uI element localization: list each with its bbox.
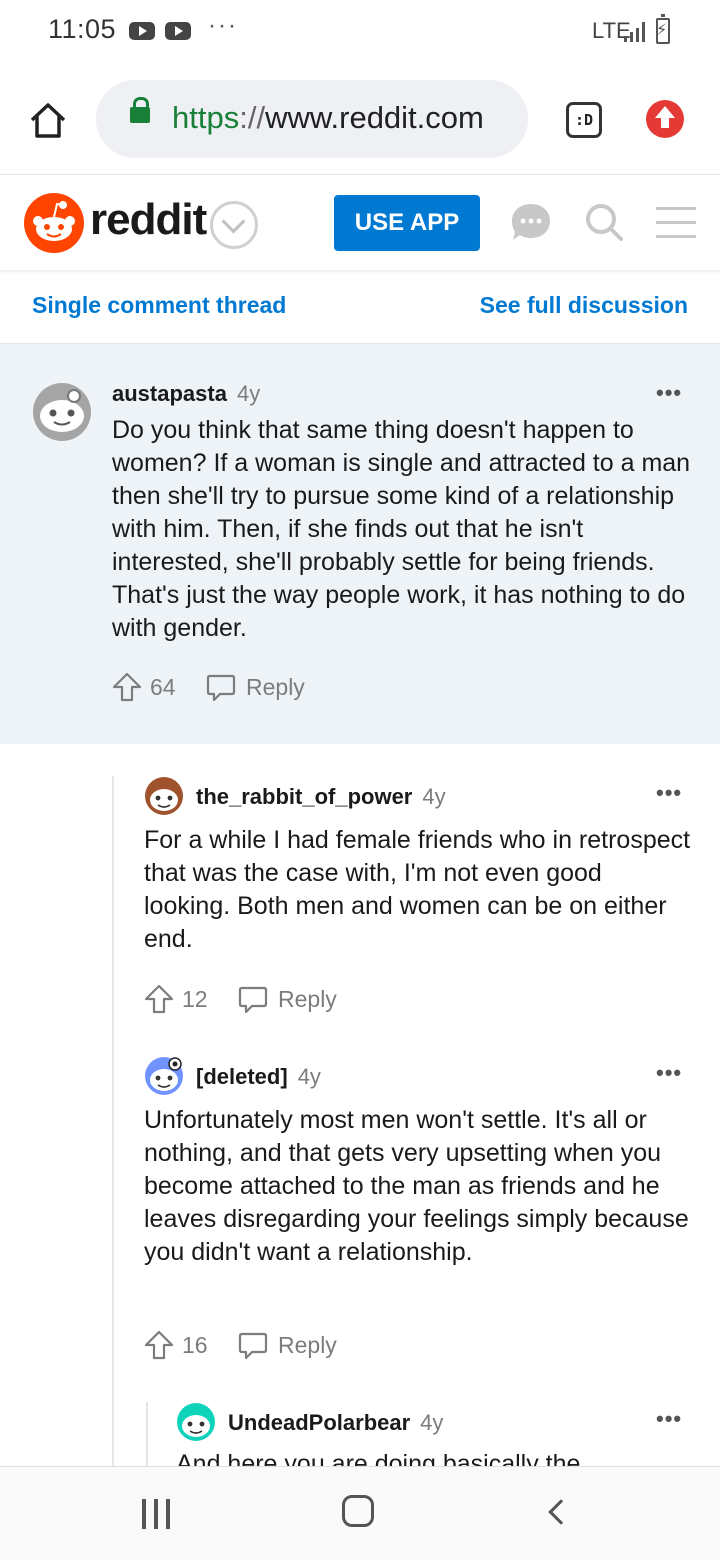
youtube-notification-icon-2 — [165, 22, 191, 40]
upvote-icon[interactable] — [144, 984, 174, 1014]
comment-score: 64 — [150, 674, 176, 700]
comment-actions: 64 Reply — [112, 672, 332, 706]
comment-body: And here you are doing basically the — [176, 1450, 581, 1466]
upvote-icon[interactable] — [112, 672, 142, 702]
avatar[interactable] — [32, 382, 92, 442]
comment-author[interactable]: UndeadPolarbear 4y — [228, 1410, 443, 1436]
use-app-button[interactable]: USE APP — [334, 195, 480, 251]
reddit-wordmark[interactable]: reddit — [90, 195, 207, 245]
single-comment-thread-link[interactable]: Single comment thread — [32, 292, 286, 319]
comment-actions: 16 Reply — [144, 1330, 364, 1364]
recent-apps-icon[interactable] — [142, 1499, 172, 1529]
reddit-header: reddit USE APP — [0, 174, 720, 270]
reply-icon[interactable] — [238, 986, 268, 1014]
comment-body: For a while I had female friends who in … — [144, 826, 691, 953]
system-navigation-bar — [0, 1466, 720, 1560]
address-bar[interactable]: https://www.reddit.com — [96, 80, 528, 158]
comment-reply-3: UndeadPolarbear 4y ••• And here you are d… — [0, 1384, 720, 1466]
reddit-logo-icon[interactable] — [24, 193, 84, 253]
comment-reply-1: the_rabbit_of_power 4y ••• For a while I … — [0, 744, 720, 1034]
comment-author[interactable]: the_rabbit_of_power 4y — [196, 784, 446, 810]
more-options-icon[interactable]: ••• — [656, 780, 682, 806]
comment-reply-2: [deleted] 4y ••• Unfortunately most men w… — [0, 1034, 720, 1384]
avatar[interactable] — [144, 776, 184, 816]
upvote-icon[interactable] — [144, 1330, 174, 1360]
upload-icon[interactable] — [646, 100, 684, 138]
tab-switcher-button[interactable]: :D — [566, 102, 602, 138]
reply-icon[interactable] — [206, 674, 236, 702]
reply-icon[interactable] — [238, 1332, 268, 1360]
see-full-discussion-link[interactable]: See full discussion — [480, 292, 688, 319]
back-icon[interactable] — [548, 1499, 574, 1525]
signal-icon — [624, 22, 648, 42]
comment-author[interactable]: austapasta 4y — [112, 381, 260, 407]
comment-author[interactable]: [deleted] 4y — [196, 1064, 321, 1090]
reply-button[interactable]: Reply — [246, 674, 305, 701]
more-options-icon[interactable]: ••• — [656, 380, 682, 406]
chevron-down-icon[interactable] — [210, 201, 258, 249]
hamburger-menu-icon[interactable] — [656, 205, 696, 239]
home-icon[interactable] — [26, 98, 70, 142]
more-notifications-icon: ··· — [208, 12, 238, 39]
reply-button[interactable]: Reply — [278, 1332, 337, 1359]
comment-body: Unfortunately most men won't settle. It'… — [144, 1106, 689, 1266]
search-icon[interactable] — [584, 202, 624, 242]
comment-score: 12 — [182, 986, 208, 1012]
more-options-icon[interactable]: ••• — [656, 1406, 682, 1432]
avatar[interactable] — [144, 1056, 184, 1096]
browser-toolbar: https://www.reddit.com :D — [0, 62, 720, 174]
comment-highlighted: austapasta 4y ••• Do you think that same … — [0, 344, 720, 744]
more-options-icon[interactable]: ••• — [656, 1060, 682, 1086]
comment-score: 16 — [182, 1332, 208, 1358]
youtube-notification-icon — [129, 22, 155, 40]
chat-icon[interactable] — [510, 202, 552, 242]
thread-navigation: Single comment thread See full discussio… — [0, 270, 720, 344]
status-bar: 11:05 ··· LTE — [0, 0, 720, 62]
battery-charging-icon — [656, 14, 670, 44]
home-button-icon[interactable] — [342, 1495, 374, 1527]
reply-button[interactable]: Reply — [278, 986, 337, 1013]
url-text: https://www.reddit.com — [172, 100, 484, 135]
comment-actions: 12 Reply — [144, 984, 364, 1018]
avatar[interactable] — [176, 1402, 216, 1442]
lock-icon — [130, 97, 150, 123]
comment-body: Do you think that same thing doesn't hap… — [112, 416, 691, 642]
status-time: 11:05 — [48, 14, 117, 44]
